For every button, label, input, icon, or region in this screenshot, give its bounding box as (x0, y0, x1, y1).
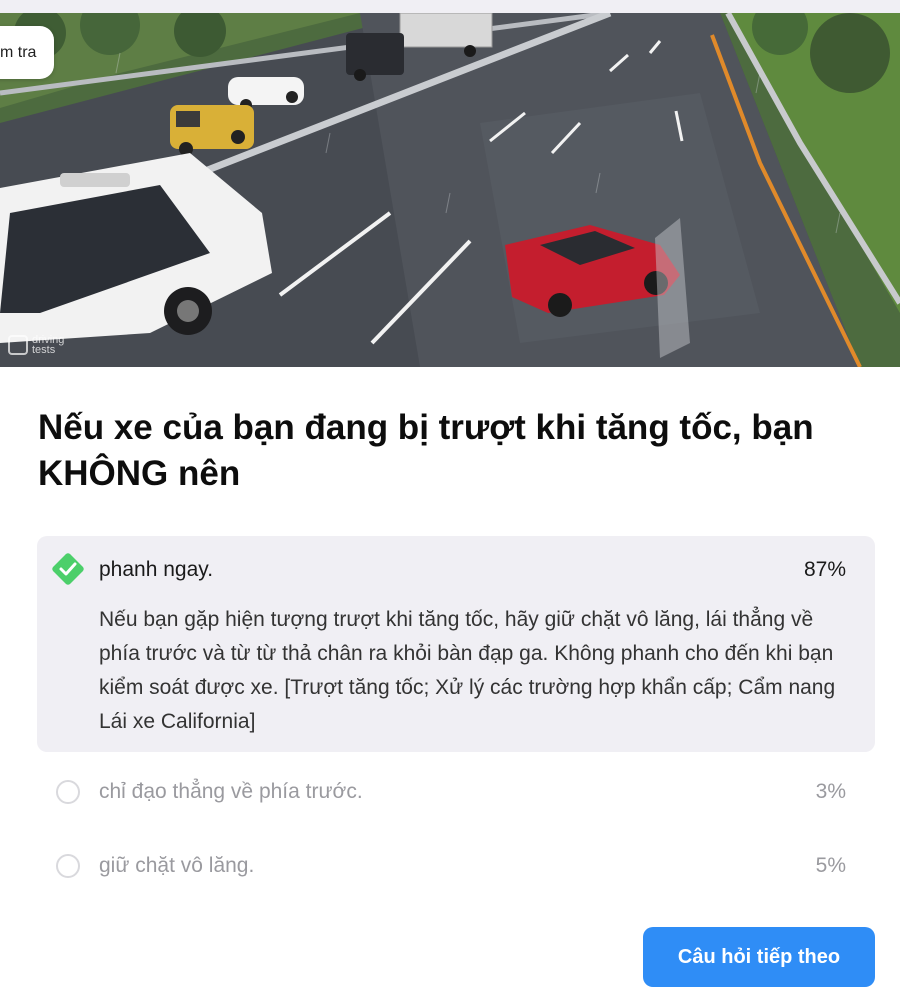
watermark-line2: tests (32, 344, 56, 356)
watermark-icon (8, 335, 28, 355)
answer-explanation: Nếu bạn gặp hiện tượng trượt khi tăng tố… (99, 608, 836, 733)
radio-circle-icon (56, 780, 80, 804)
answer-option-correct[interactable]: phanh ngay. 87% Nếu bạn gặp hiện tượng t… (37, 536, 875, 752)
answer-percent: 5% (815, 854, 846, 877)
top-strip (0, 0, 900, 13)
answer-percent: 3% (815, 780, 846, 803)
answer-option[interactable]: chỉ đạo thẳng về phía trước. 3% (37, 762, 875, 822)
radio-circle-icon (56, 854, 80, 878)
answer-percent: 87% (803, 558, 846, 581)
question-illustration: m tra driving tests (0, 13, 900, 367)
answer-row: phanh ngay. 87% (37, 536, 875, 602)
answer-row: chỉ đạo thẳng về phía trước. 3% (37, 762, 875, 822)
hero-badge[interactable]: m tra (0, 26, 55, 79)
question-title: Nếu xe của bạn đang bị trượt khi tăng tố… (38, 408, 814, 493)
correct-check-icon (52, 553, 84, 585)
answer-text: chỉ đạo thẳng về phía trước. (99, 780, 363, 803)
answer-row: giữ chặt vô lăng. 5% (37, 836, 875, 896)
watermark-text: driving tests (32, 335, 64, 356)
answer-text: giữ chặt vô lăng. (99, 854, 255, 877)
answer-option[interactable]: giữ chặt vô lăng. 5% (37, 836, 875, 896)
watermark-logo: driving tests (8, 335, 64, 356)
answer-text: phanh ngay. (99, 558, 214, 581)
next-question-button[interactable]: Câu hỏi tiếp theo (643, 927, 875, 987)
hero-badge-label: m tra (0, 43, 37, 61)
